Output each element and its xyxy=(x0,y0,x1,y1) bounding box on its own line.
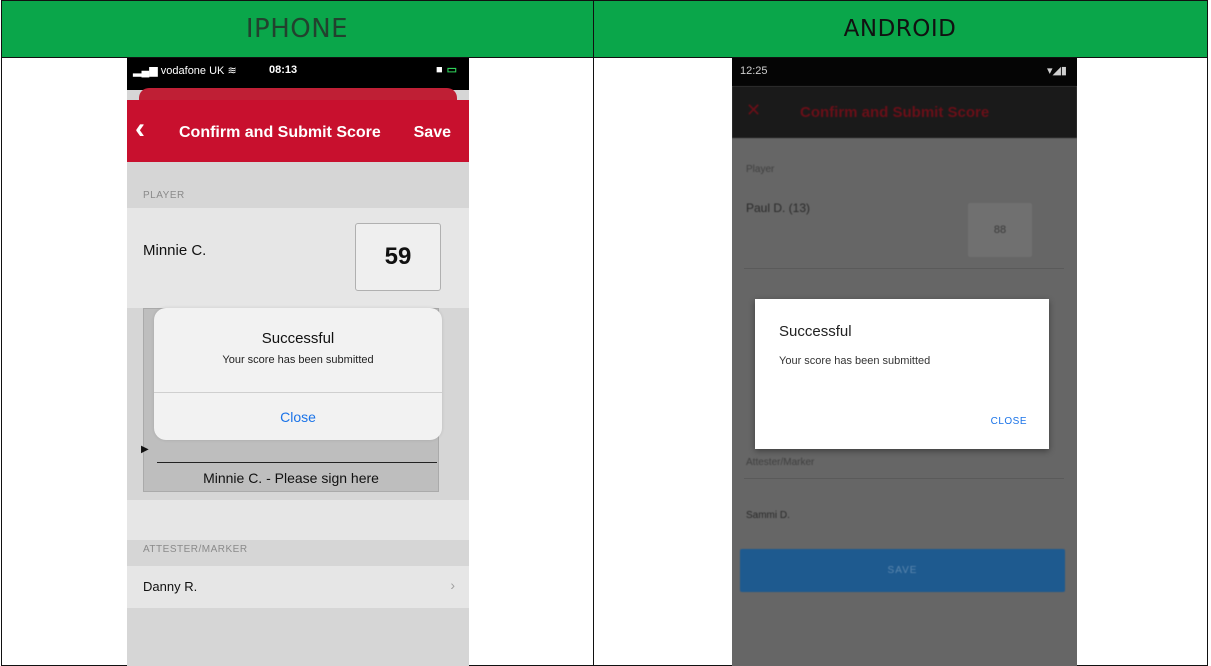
close-icon[interactable]: ✕ xyxy=(746,100,761,121)
close-button[interactable]: Close xyxy=(154,393,442,440)
player-label: Player xyxy=(746,164,775,175)
page-title: Confirm and Submit Score xyxy=(800,104,990,121)
attester-row[interactable]: Danny R. › xyxy=(127,566,469,608)
player-row: Minnie C. 59 xyxy=(127,208,469,308)
dialog-message: Your score has been submitted xyxy=(779,355,931,367)
signal-battery-icon: ▾◢▮ xyxy=(1046,65,1067,77)
signature-line xyxy=(157,462,437,463)
player-section-label: PLAYER xyxy=(143,190,185,201)
wifi-icon: ≋ xyxy=(227,65,237,77)
player-name: Paul D. (13) xyxy=(746,201,811,215)
chevron-right-icon: › xyxy=(450,577,455,593)
android-screenshot: 12:25 ▾◢▮ ✕ Confirm and Submit Score Pla… xyxy=(732,58,1077,666)
iphone-screenshot: ▂▄▆ vodafone UK ≋ 08:13 ■ ▭ ‹ Confirm and… xyxy=(127,58,469,666)
attester-label: Attester/Marker xyxy=(746,457,815,468)
attester-name[interactable]: Sammi D. xyxy=(746,510,790,521)
divider xyxy=(744,268,1064,269)
attester-section-label: ATTESTER/MARKER xyxy=(143,544,248,555)
success-alert: Successful Your score has been submitted… xyxy=(154,308,442,440)
android-column-header: ANDROID xyxy=(843,16,957,42)
status-time: 12:25 xyxy=(740,65,768,77)
save-button[interactable]: SAVE xyxy=(740,549,1065,592)
attester-name: Danny R. xyxy=(143,579,198,594)
battery-indicator: ■ ▭ xyxy=(436,63,457,76)
android-status-bar: 12:25 ▾◢▮ xyxy=(732,58,1077,86)
dialog-title: Successful xyxy=(779,323,852,340)
table-header-row: IPHONE ANDROID xyxy=(2,1,1207,58)
signature-label: Minnie C. - Please sign here xyxy=(203,470,379,486)
iphone-status-bar: ▂▄▆ vodafone UK ≋ 08:13 ■ ▭ xyxy=(127,58,469,90)
battery-icon: ▭ xyxy=(446,64,457,76)
carrier-label: ▂▄▆ vodafone UK ≋ xyxy=(133,64,237,77)
android-app-bar: ✕ Confirm and Submit Score xyxy=(732,86,1077,138)
iphone-nav-bar: ‹ Confirm and Submit Score Save xyxy=(127,100,469,162)
lock-icon: ■ xyxy=(435,64,443,76)
back-chevron-icon[interactable]: ‹ xyxy=(135,114,145,144)
save-button[interactable]: Save xyxy=(414,124,451,142)
alert-message: Your score has been submitted xyxy=(222,354,374,366)
carrier-name: vodafone UK xyxy=(160,65,225,77)
success-dialog: Successful Your score has been submitted… xyxy=(755,299,1049,449)
play-arrow-icon: ▶ xyxy=(141,444,149,455)
section-spacer xyxy=(127,500,469,540)
score-field[interactable]: 59 xyxy=(355,223,441,291)
column-divider xyxy=(593,1,594,666)
signal-icon: ▂▄▆ xyxy=(133,65,158,77)
iphone-column-header: IPHONE xyxy=(245,14,349,44)
status-time: 08:13 xyxy=(269,64,298,76)
score-field[interactable]: 88 xyxy=(968,203,1032,257)
close-button[interactable]: CLOSE xyxy=(991,416,1027,427)
divider xyxy=(744,478,1064,479)
player-name: Minnie C. xyxy=(143,242,207,259)
page-title: Confirm and Submit Score xyxy=(179,124,381,141)
alert-title: Successful xyxy=(261,330,335,347)
